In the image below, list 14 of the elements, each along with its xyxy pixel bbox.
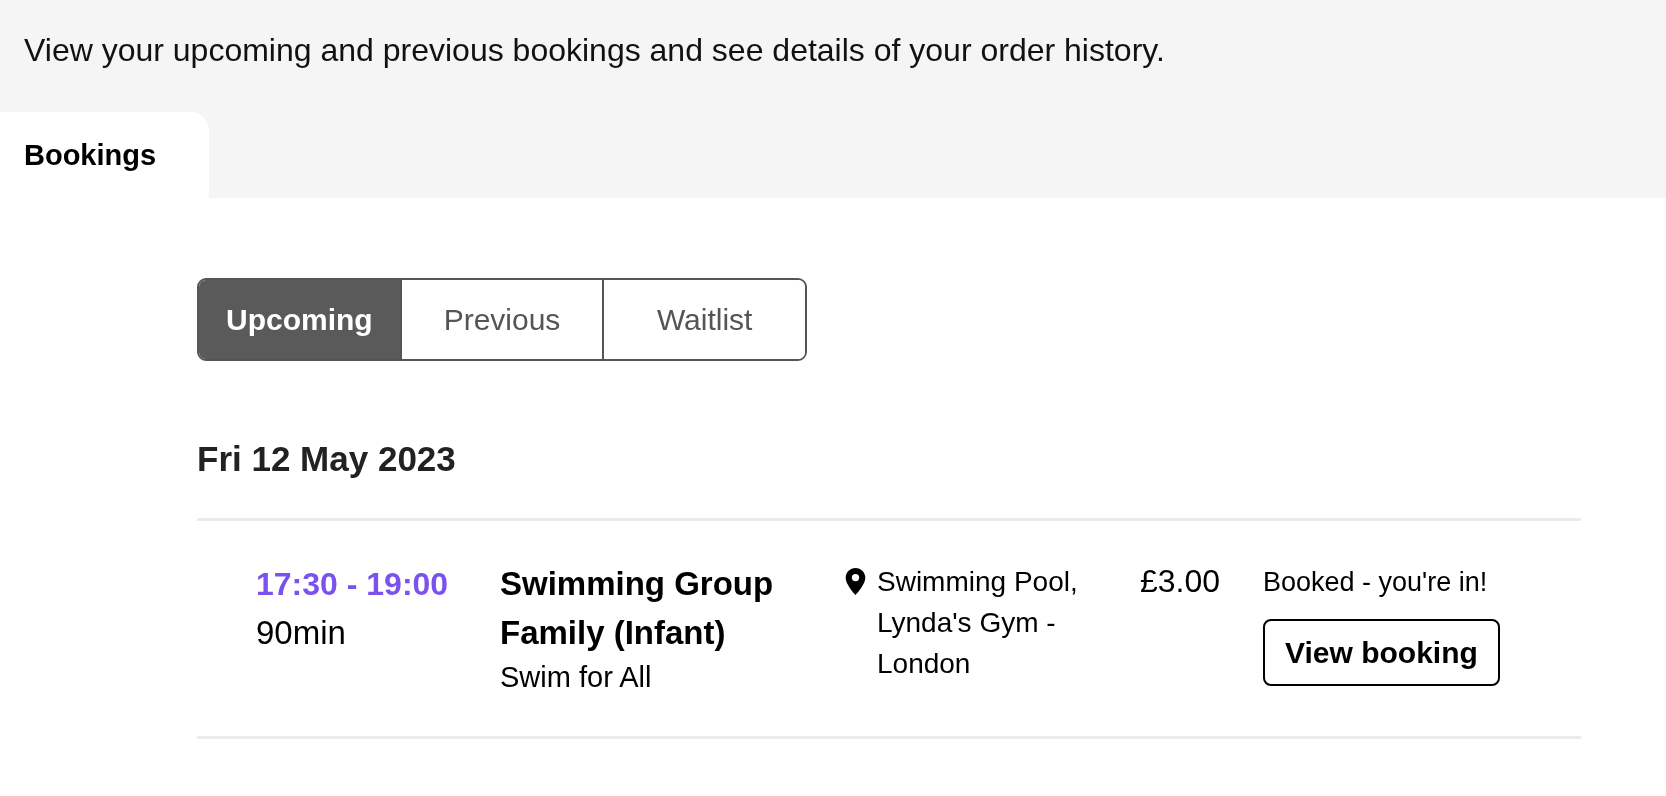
filter-segment[interactable]: Upcoming xyxy=(199,280,400,359)
date-heading: Fri 12 May 2023 xyxy=(197,438,457,480)
view-booking-button[interactable]: View booking xyxy=(1263,619,1500,686)
filter-segment[interactable]: Waitlist xyxy=(602,280,805,359)
price-text: £3.00 xyxy=(1140,562,1222,601)
location-pin-icon xyxy=(845,568,866,595)
location-text: Swimming Pool, Lynda's Gym - London xyxy=(877,565,1079,681)
time-range: 17:30 - 19:00 xyxy=(256,565,450,604)
booking-status: Booked - you're in! xyxy=(1263,566,1488,599)
intro-text: View your upcoming and previous bookings and see details of your order history. xyxy=(24,31,1166,70)
duration-text: 90min xyxy=(256,613,347,653)
class-subtitle: Swim for All xyxy=(500,660,653,695)
bookings-tab[interactable]: Bookings xyxy=(0,112,209,198)
class-title: Swimming Group Family (Infant) xyxy=(500,564,775,653)
